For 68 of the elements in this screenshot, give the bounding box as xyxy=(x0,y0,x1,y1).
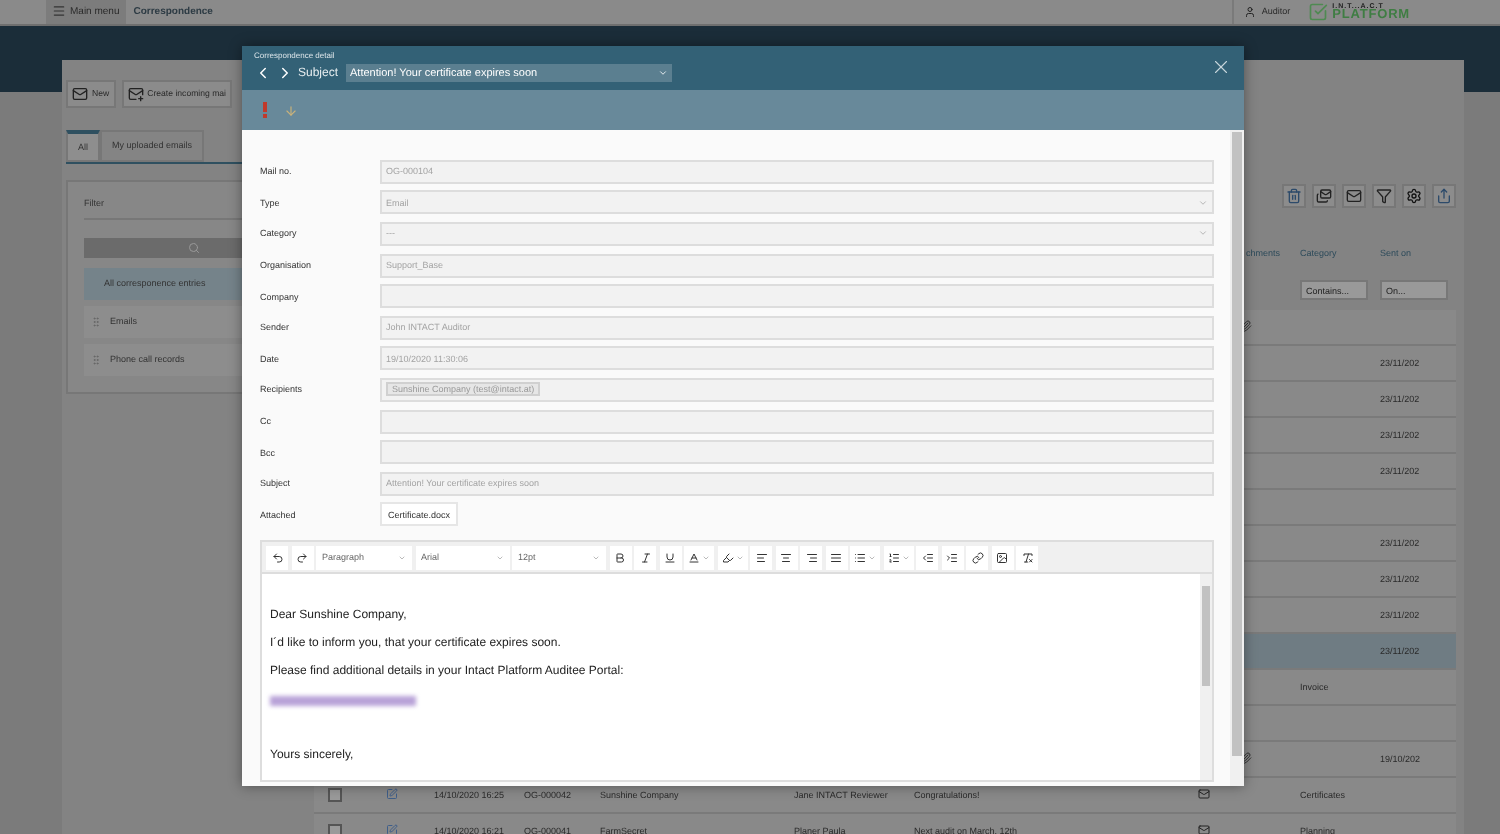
chevron-left-icon xyxy=(254,64,272,82)
redo-icon xyxy=(296,551,308,564)
user-icon xyxy=(1243,5,1256,18)
mail-icon[interactable] xyxy=(1342,183,1366,208)
mail-icon xyxy=(72,85,88,102)
indent-icon xyxy=(946,551,958,564)
bold-icon xyxy=(614,551,626,564)
chevron-right-icon xyxy=(276,64,294,82)
image-icon xyxy=(996,551,1008,564)
bold-button[interactable] xyxy=(609,545,631,570)
next-button[interactable] xyxy=(276,64,294,82)
input-field[interactable] xyxy=(380,409,1214,434)
link-button[interactable] xyxy=(966,545,988,570)
previous-button[interactable] xyxy=(254,64,272,82)
edit-icon xyxy=(386,788,398,801)
highlighter-icon xyxy=(721,551,733,564)
undo-button[interactable] xyxy=(266,545,288,570)
filter-icon[interactable] xyxy=(1372,183,1396,208)
close-icon xyxy=(1210,56,1232,78)
clear-formatting-icon xyxy=(1021,551,1033,564)
mail-plus-icon xyxy=(127,85,144,102)
clear-formatting-button[interactable] xyxy=(1016,545,1038,570)
undo-icon xyxy=(271,551,283,564)
checkbox-logo-icon xyxy=(1308,1,1329,22)
caret-icon xyxy=(1198,197,1208,208)
justify-button[interactable] xyxy=(825,545,847,570)
search-icon xyxy=(187,241,199,254)
italic-icon xyxy=(639,551,651,564)
align-right-button[interactable] xyxy=(800,545,822,570)
caret-icon xyxy=(1198,228,1208,239)
text-color-button[interactable] xyxy=(684,545,714,570)
bullet-list-button[interactable] xyxy=(850,545,880,570)
underline-icon xyxy=(664,551,676,564)
outdent-icon xyxy=(921,551,933,564)
link-icon xyxy=(971,551,983,564)
mail-icon xyxy=(1197,788,1209,801)
italic-button[interactable] xyxy=(634,545,656,570)
mails-icon[interactable] xyxy=(1312,183,1336,208)
align-left-button[interactable] xyxy=(750,545,772,570)
input-field[interactable] xyxy=(380,284,1214,309)
settings-icon[interactable] xyxy=(1402,183,1426,208)
indent-button[interactable] xyxy=(941,545,963,570)
export-icon[interactable] xyxy=(1432,183,1456,208)
numbered-list-button[interactable] xyxy=(883,545,913,570)
underline-button[interactable] xyxy=(659,545,681,570)
row-checkbox[interactable] xyxy=(327,787,341,802)
close-button[interactable] xyxy=(1210,56,1232,78)
editor-scrollbar[interactable] xyxy=(1200,574,1212,781)
numbered-list-icon xyxy=(887,551,899,564)
align-left-icon xyxy=(755,551,767,564)
edit-icon xyxy=(386,824,398,834)
align-center-icon xyxy=(780,551,792,564)
arrow-down-icon xyxy=(284,103,298,117)
bullet-list-icon xyxy=(854,551,866,564)
menu-icon xyxy=(52,4,66,19)
redo-button[interactable] xyxy=(291,545,313,570)
row-checkbox[interactable] xyxy=(327,823,341,834)
dialog-scrollbar[interactable] xyxy=(1230,130,1244,786)
input-field[interactable] xyxy=(380,440,1214,465)
outdent-button[interactable] xyxy=(916,545,938,570)
text-color-icon xyxy=(688,551,700,564)
caret-icon xyxy=(658,68,669,78)
align-center-button[interactable] xyxy=(775,545,797,570)
align-right-icon xyxy=(805,551,817,564)
trash-icon[interactable] xyxy=(1282,183,1306,208)
image-button[interactable] xyxy=(991,545,1013,570)
justify-icon xyxy=(830,551,842,564)
mail-icon xyxy=(1197,824,1209,834)
